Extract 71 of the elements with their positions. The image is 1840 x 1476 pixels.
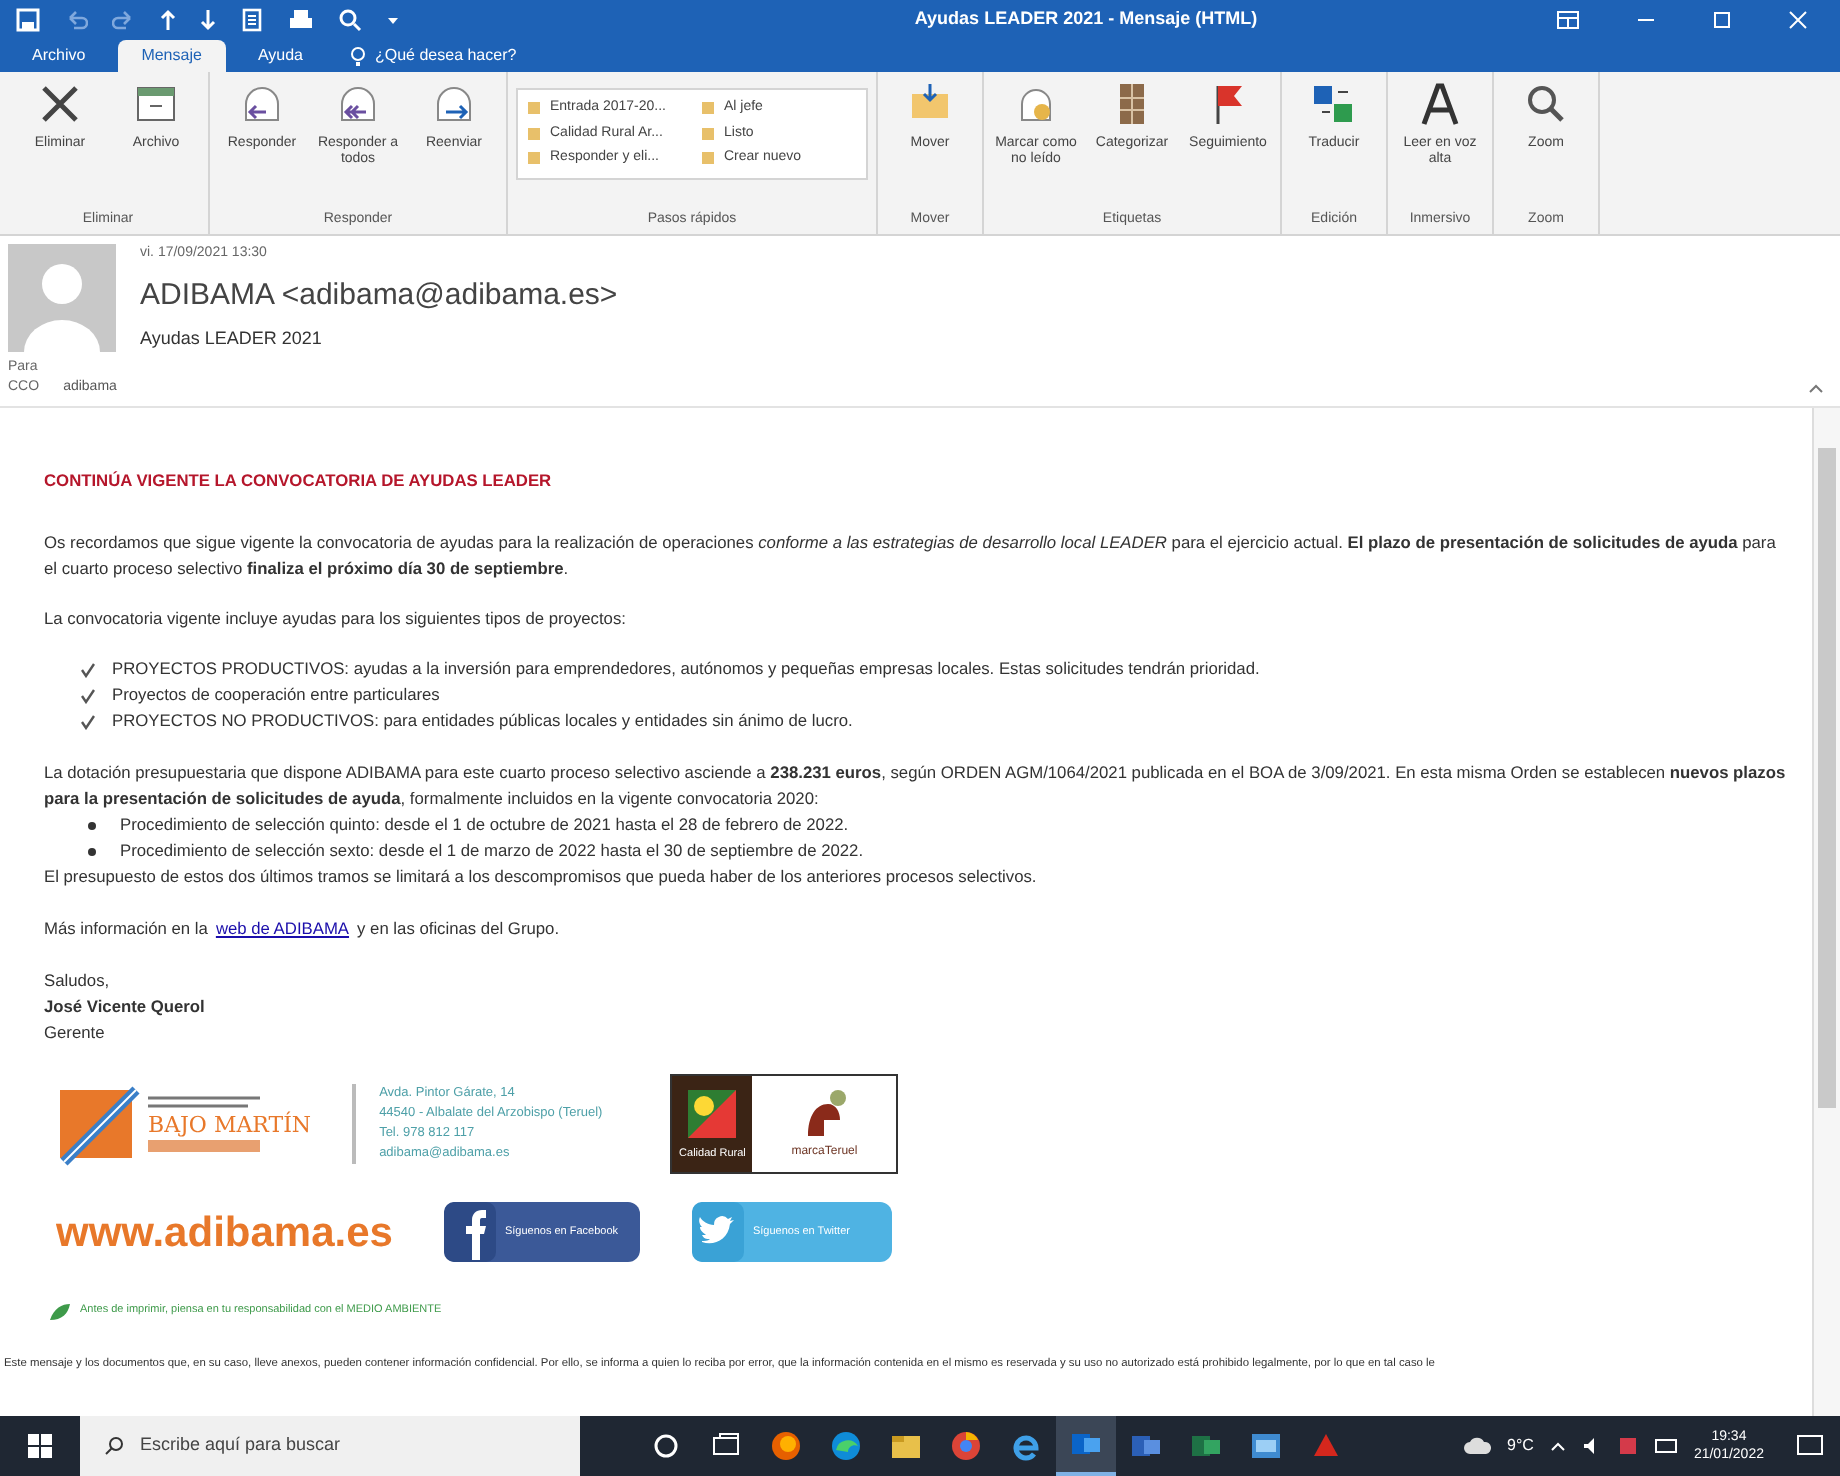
printer-icon <box>288 8 314 32</box>
list-item: Procedimiento de selección sexto: desde el 1 de marzo de 2022 hasta el 30 de septiembre de 2022. <box>120 838 864 864</box>
folder-icon <box>890 1430 922 1462</box>
bird-icon <box>692 1202 745 1262</box>
scrollbar-thumb[interactable] <box>1818 448 1836 1108</box>
logo-lines-icon <box>148 1094 260 1114</box>
document-icon <box>240 8 264 32</box>
browser-icon <box>770 1430 802 1462</box>
spreadsheet-app-icon <box>1190 1430 1222 1462</box>
paragraph: y en las oficinas del Grupo. <box>357 916 560 942</box>
web-link[interactable]: web de ADIBAMA <box>215 916 350 942</box>
ribbon-action-icon <box>1416 80 1464 128</box>
ribbon-tab[interactable]: Archivo <box>8 40 110 72</box>
facebook-icon <box>444 1202 497 1262</box>
paragraph: Os recordamos que sigue vigente la convocatoria de ayudas para la realización de operaciones conforme a las estrategias de desarrollo local LEADER para el ejercicio actual. El plazo de presentación de solicitudes de ayuda para el cuarto proceso selectivo finaliza el próximo día 30 de septiembre. <box>44 530 1778 582</box>
maximize-icon <box>1712 10 1732 30</box>
ribbon-action-icon <box>1310 80 1358 128</box>
close-icon <box>1788 10 1808 30</box>
down-arrow-icon <box>200 8 216 32</box>
browser-icon <box>830 1430 862 1462</box>
leaf-icon <box>48 1301 72 1321</box>
avatar-icon <box>8 244 116 352</box>
close-button[interactable] <box>1788 10 1808 30</box>
signer-role: Gerente <box>44 1020 107 1046</box>
word-app-icon <box>1130 1430 1162 1462</box>
undo-icon <box>64 8 88 32</box>
taskbar-search-field[interactable]: Escribe aquí para buscar <box>80 1416 580 1476</box>
list-item: Procedimiento de selección quinto: desde el 1 de octubre de 2021 hasta el 28 de febrero de 2022. <box>120 812 849 838</box>
search-icon <box>338 8 362 32</box>
list-item: PROYECTOS PRODUCTIVOS: ayudas a la inversión para emprendedores, autónomos y pequeñas empresas locales. Estas solicitudes tendrán prioridad. <box>112 656 1260 682</box>
ribbon-tab[interactable]: Ayuda <box>233 40 327 72</box>
lightbulb-icon <box>350 45 367 67</box>
list-item: Proyectos de cooperación entre particulares <box>112 682 440 708</box>
chevron-up-icon <box>1549 1440 1566 1452</box>
notification-icon <box>1796 1434 1824 1458</box>
bullet-icon <box>88 821 96 829</box>
windows-icon <box>28 1434 52 1458</box>
greeting-text: Saludos, <box>44 968 112 994</box>
logo-mark-icon <box>56 1082 140 1166</box>
ribbon-options-icon <box>1556 8 1580 32</box>
maximize-button[interactable] <box>1712 10 1732 30</box>
scrollbar[interactable] <box>1812 408 1840 1416</box>
browser-icon <box>950 1430 982 1462</box>
logo-text: BAJO MARTÍN <box>148 1114 312 1138</box>
window-title: Ayudas LEADER 2021 - Mensaje (HTML) <box>912 6 1260 33</box>
collapse-icon <box>1808 382 1824 395</box>
up-arrow-icon <box>160 8 176 32</box>
ribbon-tab[interactable]: Mensaje <box>117 40 226 72</box>
badge-art-icon <box>688 1090 737 1138</box>
window-app-icon <box>1250 1430 1282 1462</box>
paragraph: La convocatoria vigente incluye ayudas para los siguientes tipos de proyectos: <box>44 606 628 632</box>
browser-icon <box>1010 1430 1042 1462</box>
email-heading: CONTINÚA VIGENTE LA CONVOCATORIA DE AYUDAS LEADER <box>44 468 554 494</box>
paragraph: La dotación presupuestaria que dispone ADIBAMA para este cuarto proceso selectivo asciende a 238.231 euros, según ORDEN AGM/1064/2021 publicada en el BOA de 3/09/2021. En esta misma Orden se establecen nuevos plazos para la presentación de solicitudes de ayuda, formalmente incluidos en la vigente convocatoria 2020: <box>44 760 1788 812</box>
list-item: PROYECTOS NO PRODUCTIVOS: para entidades públicas locales y entidades sin ánimo de lucro. <box>112 708 853 734</box>
signer-name: José Vicente Querol <box>44 994 207 1020</box>
sender-name: ADIBAMA <adibama@adibama.es> <box>140 275 618 315</box>
subject-text: Ayudas LEADER 2021 <box>140 326 324 352</box>
weather-text: 9°C <box>1507 1434 1534 1458</box>
cortana-icon <box>650 1430 682 1462</box>
search-icon <box>104 1436 124 1456</box>
redo-icon <box>112 8 136 32</box>
paragraph: Más información en la <box>44 916 208 942</box>
paragraph: El presupuesto de estos dos últimos tramos se limitará a los descompromisos que pueda haber de los anteriores procesos selectivos. <box>44 864 1039 890</box>
save-icon <box>16 8 40 32</box>
mail-app-icon <box>1070 1428 1102 1460</box>
pdf-app-icon <box>1310 1430 1342 1462</box>
bullet-icon <box>88 847 96 855</box>
tell-me-field[interactable]: ¿Qué desea hacer? <box>374 44 517 68</box>
logo-lines-icon <box>148 1138 260 1154</box>
cloud-icon <box>1463 1436 1492 1456</box>
